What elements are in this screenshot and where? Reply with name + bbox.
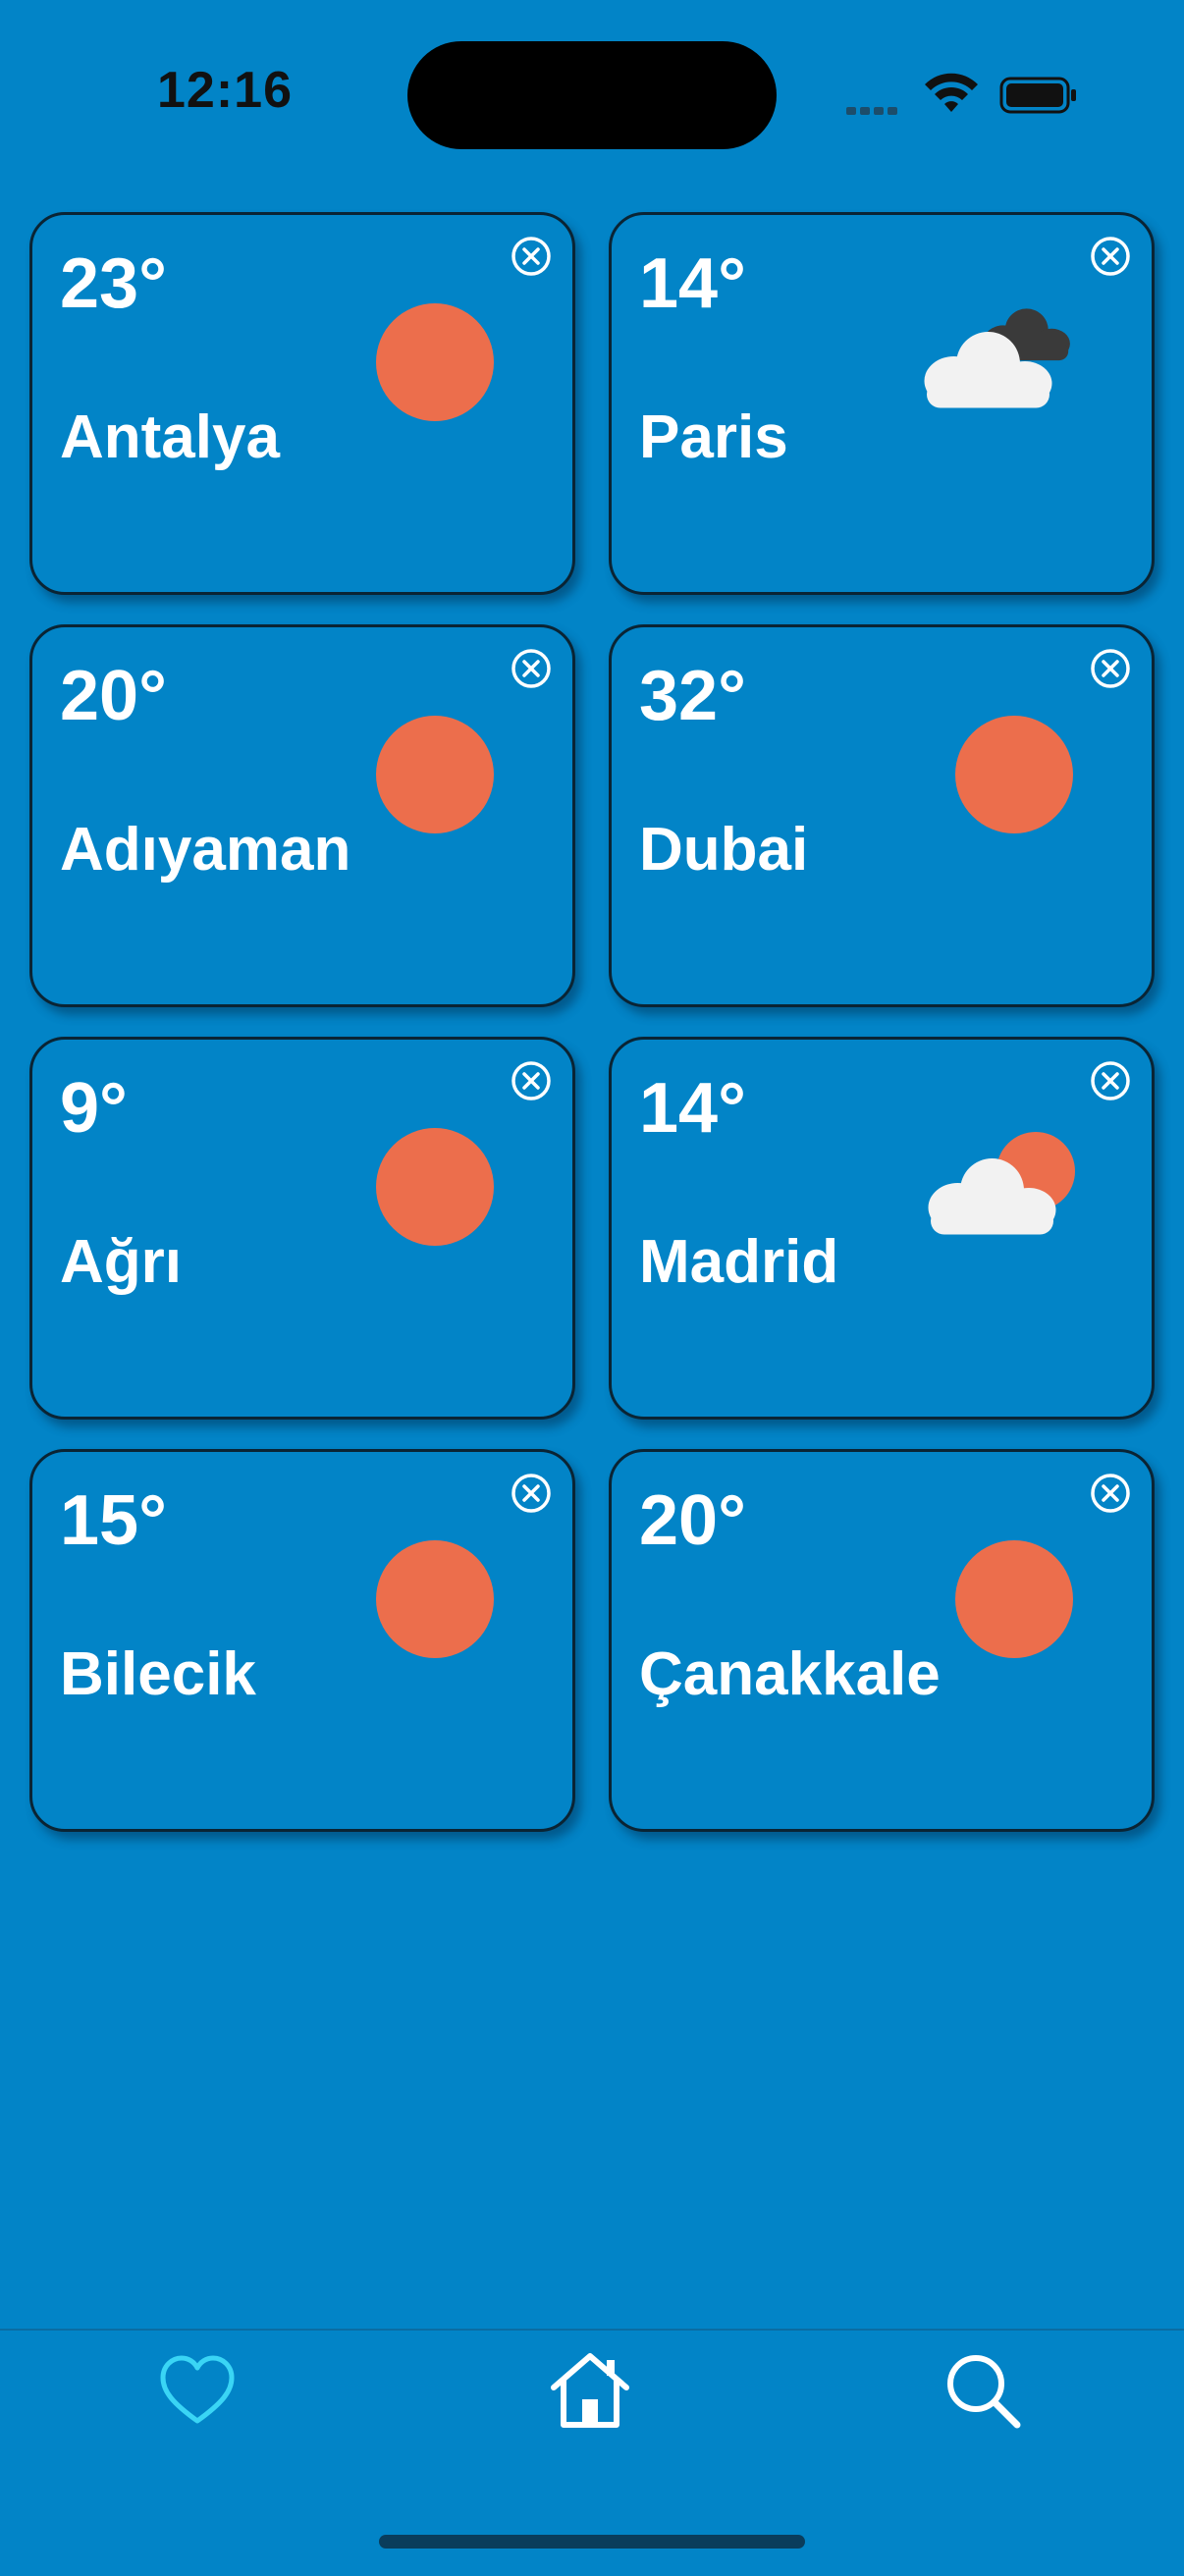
cloudy-icon (924, 308, 1070, 408)
status-time: 12:16 (157, 62, 293, 119)
sun-icon (376, 716, 494, 833)
city-card[interactable]: 15° Bilecik (29, 1449, 575, 1832)
city-name: Antalya (60, 403, 280, 471)
city-name: Adıyaman (60, 816, 351, 884)
city-temperature: 14° (639, 244, 746, 323)
remove-city-close-icon[interactable] (510, 1472, 553, 1515)
city-temperature: 20° (60, 657, 167, 735)
city-temperature: 20° (639, 1481, 746, 1560)
city-name: Bilecik (60, 1640, 256, 1708)
city-temperature: 9° (60, 1069, 128, 1148)
home-indicator (379, 2535, 805, 2549)
city-temperature: 32° (639, 657, 746, 735)
city-card[interactable]: 23° Antalya (29, 212, 575, 595)
city-name: Çanakkale (639, 1640, 941, 1708)
remove-city-close-icon[interactable] (510, 235, 553, 278)
city-card[interactable]: 14° Madrid (609, 1037, 1155, 1420)
city-card[interactable]: 32° Dubai (609, 624, 1155, 1007)
city-card[interactable]: 14° Paris (609, 212, 1155, 595)
city-card[interactable]: 20° Çanakkale (609, 1449, 1155, 1832)
sun-icon (955, 716, 1073, 833)
sun-icon (376, 1540, 494, 1658)
city-name: Paris (639, 403, 788, 471)
remove-city-close-icon[interactable] (1089, 235, 1132, 278)
city-temperature: 23° (60, 244, 167, 323)
sun-icon (376, 1128, 494, 1246)
city-card[interactable]: 20° Adıyaman (29, 624, 575, 1007)
cellular-signal-icon (846, 102, 905, 115)
remove-city-close-icon[interactable] (1089, 647, 1132, 690)
remove-city-close-icon[interactable] (510, 647, 553, 690)
city-temperature: 15° (60, 1481, 167, 1560)
city-name: Dubai (639, 816, 809, 884)
remove-city-close-icon[interactable] (1089, 1059, 1132, 1102)
battery-icon (999, 77, 1076, 114)
partly-cloudy-icon (928, 1132, 1075, 1235)
dynamic-island (407, 41, 777, 149)
remove-city-close-icon[interactable] (510, 1059, 553, 1102)
sun-icon (955, 1540, 1073, 1658)
city-card[interactable]: 9° Ağrı (29, 1037, 575, 1420)
tab-search-icon[interactable] (939, 2346, 1027, 2435)
city-name: Ağrı (60, 1228, 182, 1296)
wifi-icon (925, 73, 978, 112)
favorites-grid: 23° Antalya 14° Paris 20° Adıyaman 32° Dubai 9° A… (29, 212, 1155, 1832)
remove-city-close-icon[interactable] (1089, 1472, 1132, 1515)
tab-home-icon[interactable] (546, 2346, 634, 2435)
city-name: Madrid (639, 1228, 839, 1296)
tab-favorites-heart-icon[interactable] (153, 2346, 242, 2435)
sun-icon (376, 303, 494, 421)
city-temperature: 14° (639, 1069, 746, 1148)
